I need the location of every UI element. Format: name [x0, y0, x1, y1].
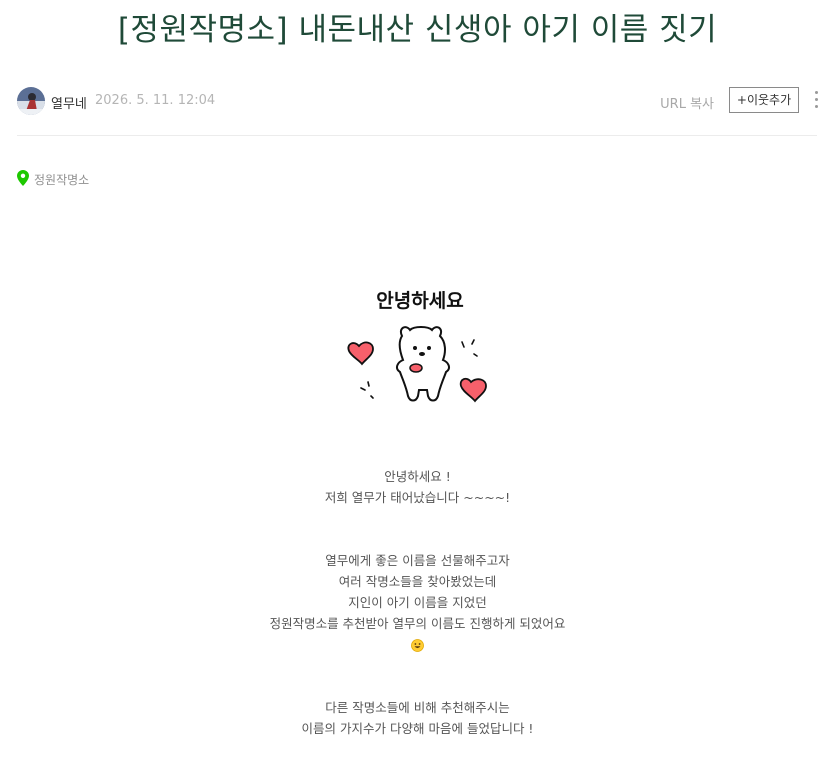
text-line: 열무에게 좋은 이름을 선물해주고자 — [325, 553, 510, 568]
place-name: 정원작명소 — [34, 173, 90, 187]
header-divider — [17, 135, 817, 136]
more-options-icon[interactable] — [812, 91, 820, 111]
greeting-sticker: 안녕하세요 — [340, 286, 500, 426]
grinning-face-icon — [411, 639, 424, 652]
emoji-line — [0, 634, 835, 655]
text-line: 안녕하세요 ! — [384, 469, 451, 484]
text-line: 이름의 가지수가 다양해 마음에 들었답니다 ! — [301, 721, 534, 736]
location-pin-icon — [17, 170, 29, 186]
text-line: 여러 작명소들을 찾아봤었는데 — [338, 574, 497, 589]
post-date: 2026. 5. 11. 12:04 — [95, 93, 216, 108]
add-neighbor-button[interactable]: +이웃추가 — [729, 87, 799, 113]
text-line: 저희 열무가 태어났습니다 ~~~~! — [324, 490, 511, 505]
heart-left-icon — [347, 341, 374, 366]
paragraph-3: 다른 작명소들에 비해 추천해주시는 이름의 가지수가 다양해 마음에 들었답니… — [0, 697, 835, 739]
paragraph-1: 안녕하세요 ! 저희 열무가 태어났습니다 ~~~~! — [0, 466, 835, 508]
author-avatar[interactable] — [17, 87, 45, 115]
text-line: 다른 작명소들에 비해 추천해주시는 — [325, 700, 510, 715]
bear-sticker-icon — [347, 326, 487, 403]
paragraph-2: 열무에게 좋은 이름을 선물해주고자 여러 작명소들을 찾아봤었는데 지인이 아… — [0, 550, 835, 655]
text-line: 지인이 아기 이름을 지었던 — [348, 595, 487, 610]
text-line: 정원작명소를 추천받아 열무의 이름도 진행하게 되었어요 — [269, 616, 566, 631]
post-title: [정원작명소] 내돈내산 신생아 아기 이름 짓기 — [117, 12, 718, 48]
heart-right-icon — [459, 377, 487, 403]
author-name[interactable]: 열무네 — [51, 93, 87, 112]
url-copy-button[interactable]: URL 복사 — [660, 93, 714, 112]
post-meta: 열무네 2026. 5. 11. 12:04 URL 복사 +이웃추가 — [17, 86, 820, 116]
